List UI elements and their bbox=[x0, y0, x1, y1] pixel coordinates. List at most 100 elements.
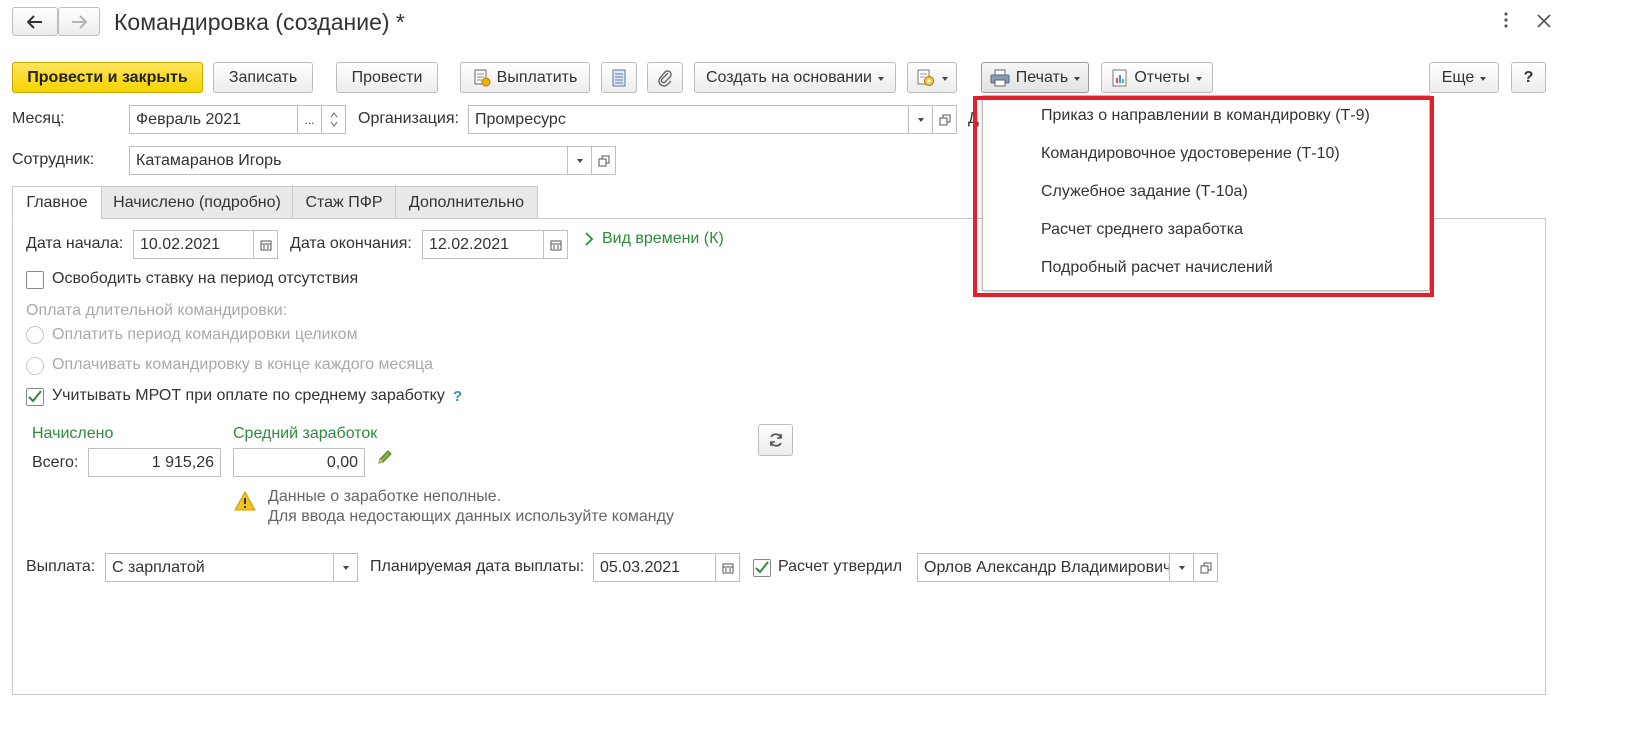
calendar-icon bbox=[722, 563, 733, 573]
calendar-icon bbox=[550, 240, 561, 250]
back-button[interactable] bbox=[12, 7, 58, 36]
start-date-field[interactable]: 10.02.2021 bbox=[133, 230, 278, 259]
approved-dropdown-button[interactable] bbox=[1169, 554, 1193, 581]
org-open-button[interactable] bbox=[933, 105, 957, 134]
end-date-value: 12.02.2021 bbox=[429, 235, 510, 253]
post-button[interactable]: Провести bbox=[336, 62, 438, 93]
avg-earnings-field[interactable]: 0,00 bbox=[233, 448, 365, 477]
payout-field[interactable]: С зарплатой bbox=[105, 553, 358, 582]
chevron-down-icon bbox=[1480, 76, 1487, 81]
document-list-icon bbox=[612, 69, 626, 86]
more-label: Еще bbox=[1441, 68, 1475, 86]
month-field[interactable]: Февраль 2021 ... bbox=[129, 105, 346, 134]
approved-checkbox[interactable] bbox=[753, 559, 771, 577]
back-arrow-icon bbox=[27, 14, 42, 29]
approved-by-field[interactable]: Орлов Александр Владимирович bbox=[917, 553, 1194, 582]
planned-date-value: 05.03.2021 bbox=[600, 558, 681, 576]
payout-dropdown-button[interactable] bbox=[333, 554, 357, 581]
more-button[interactable]: Еще bbox=[1429, 62, 1499, 93]
employee-open-button[interactable] bbox=[592, 146, 616, 175]
stepper-up-icon bbox=[330, 112, 337, 118]
total-value: 1 915,26 bbox=[151, 453, 214, 471]
employee-label: Сотрудник: bbox=[12, 151, 95, 168]
tab-main[interactable]: Главное bbox=[12, 186, 102, 219]
document-gear-button[interactable] bbox=[907, 62, 957, 93]
calendar-button[interactable] bbox=[715, 554, 739, 581]
open-window-icon bbox=[598, 155, 609, 166]
payout-label: Выплата: bbox=[26, 558, 96, 575]
long-trip-label: Оплата длительной командировки: bbox=[26, 302, 288, 319]
chevron-down-icon bbox=[342, 565, 349, 570]
forward-arrow-icon bbox=[72, 14, 87, 29]
printer-icon bbox=[990, 69, 1010, 86]
pay-whole-radio[interactable] bbox=[26, 326, 44, 344]
mrot-label: Учитывать МРОТ при оплате по среднему за… bbox=[52, 387, 445, 404]
post-and-close-button[interactable]: Провести и закрыть bbox=[12, 62, 203, 93]
warning-line-2: Для ввода недостающих данных используйте… bbox=[268, 508, 674, 525]
chevron-right-icon bbox=[585, 232, 594, 246]
planned-date-field[interactable]: 05.03.2021 bbox=[593, 553, 740, 582]
month-stepper[interactable] bbox=[321, 106, 345, 133]
tab-accrued-detailed[interactable]: Начислено (подробно) bbox=[101, 186, 293, 219]
help-button[interactable]: ? bbox=[1511, 62, 1546, 93]
forward-button[interactable] bbox=[58, 7, 100, 36]
kebab-icon[interactable] bbox=[1503, 12, 1513, 32]
pay-whole-label: Оплатить период командировки целиком bbox=[52, 326, 358, 343]
close-icon[interactable] bbox=[1536, 13, 1552, 33]
org-label: Организация: bbox=[358, 110, 459, 127]
free-rate-label: Освободить ставку на период отсутствия bbox=[52, 270, 359, 287]
org-value: Промресурс bbox=[475, 110, 566, 128]
calendar-icon bbox=[260, 240, 271, 250]
print-button[interactable]: Печать bbox=[981, 62, 1089, 93]
checkmark-icon bbox=[755, 561, 769, 574]
chevron-down-icon bbox=[917, 117, 924, 122]
pay-monthly-radio[interactable] bbox=[26, 357, 44, 375]
accrued-label: Начислено bbox=[32, 425, 114, 442]
attach-button[interactable] bbox=[647, 62, 683, 93]
org-field[interactable]: Промресурс bbox=[468, 105, 933, 134]
approved-label: Расчет утвердил bbox=[778, 558, 903, 575]
chevron-down-icon bbox=[878, 76, 884, 81]
start-date-label: Дата начала: bbox=[26, 235, 124, 252]
reports-label: Отчеты bbox=[1134, 68, 1190, 86]
refresh-icon bbox=[769, 433, 782, 447]
month-select-button[interactable]: ... bbox=[297, 106, 321, 133]
reports-button[interactable]: Отчеты bbox=[1101, 62, 1213, 93]
save-button[interactable]: Записать bbox=[213, 62, 313, 93]
tab-pension-seniority[interactable]: Стаж ПФР bbox=[292, 186, 396, 219]
approved-open-button[interactable] bbox=[1194, 553, 1218, 582]
org-dropdown-button[interactable] bbox=[908, 106, 932, 133]
end-date-field[interactable]: 12.02.2021 bbox=[422, 230, 568, 259]
employee-value: Катамаранов Игорь bbox=[136, 151, 282, 169]
time-type-link[interactable]: Вид времени (К) bbox=[584, 230, 724, 248]
create-based-on-label: Создать на основании bbox=[706, 68, 872, 86]
avg-earnings-value: 0,00 bbox=[326, 453, 358, 471]
stepper-down-icon bbox=[330, 121, 337, 127]
mrot-help-icon[interactable]: ? bbox=[453, 388, 462, 405]
avg-earnings-label: Средний заработок bbox=[233, 425, 378, 442]
total-field[interactable]: 1 915,26 bbox=[88, 448, 221, 477]
approved-by-value: Орлов Александр Владимирович bbox=[924, 558, 1169, 576]
create-based-on-button[interactable]: Создать на основании bbox=[694, 62, 896, 93]
document-list-button[interactable] bbox=[601, 62, 637, 93]
pencil-icon[interactable] bbox=[376, 448, 394, 470]
start-date-value: 10.02.2021 bbox=[140, 235, 221, 253]
open-window-icon bbox=[1200, 562, 1211, 573]
document-gear-icon bbox=[917, 69, 934, 86]
refresh-button[interactable] bbox=[758, 424, 793, 456]
mrot-checkbox[interactable] bbox=[26, 388, 44, 406]
calendar-button[interactable] bbox=[543, 231, 567, 258]
checkmark-icon bbox=[28, 390, 42, 403]
pay-button[interactable]: Выплатить bbox=[460, 62, 590, 93]
tab-additional[interactable]: Дополнительно bbox=[395, 186, 538, 219]
print-label: Печать bbox=[1015, 68, 1069, 86]
employee-field[interactable]: Катамаранов Игорь bbox=[129, 146, 592, 175]
calendar-button[interactable] bbox=[253, 231, 277, 258]
payout-value: С зарплатой bbox=[112, 558, 205, 576]
chevron-down-icon bbox=[1074, 76, 1081, 81]
employee-dropdown-button[interactable] bbox=[567, 147, 591, 174]
report-icon bbox=[1112, 69, 1127, 86]
month-label: Месяц: bbox=[12, 110, 65, 127]
free-rate-checkbox[interactable] bbox=[26, 271, 44, 289]
planned-date-label: Планируемая дата выплаты: bbox=[370, 558, 585, 575]
